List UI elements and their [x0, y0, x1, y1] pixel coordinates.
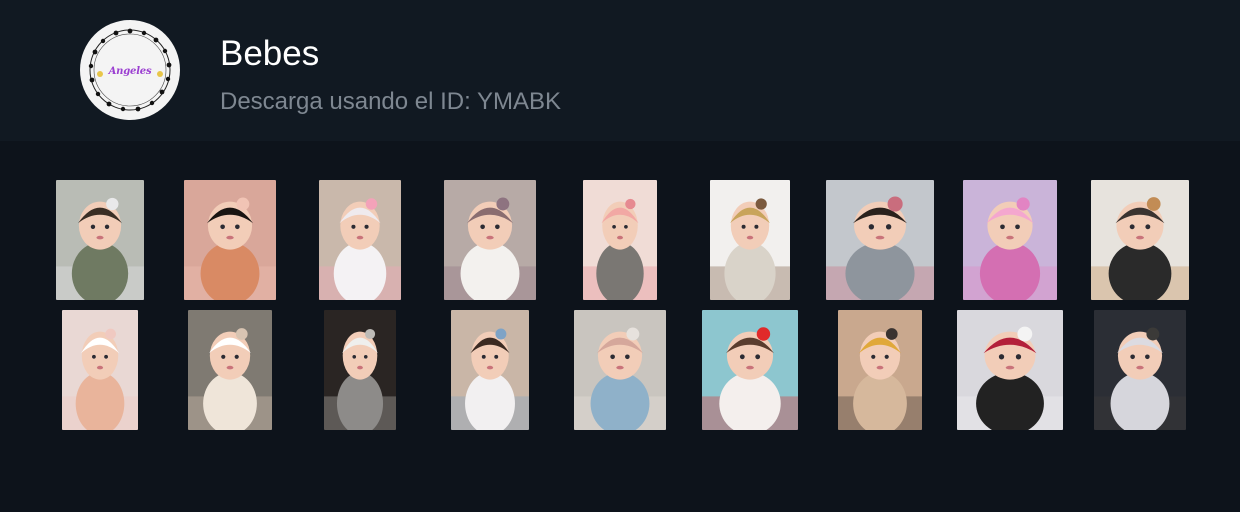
baby-photo-image	[444, 180, 536, 300]
baby-photo-image	[324, 310, 396, 430]
baby-photo-image	[826, 180, 934, 300]
baby-photo-image	[838, 310, 922, 430]
sticker[interactable]	[62, 310, 138, 430]
sticker[interactable]	[56, 180, 144, 300]
sticker[interactable]	[574, 310, 666, 430]
sticker[interactable]	[826, 180, 934, 300]
baby-photo-image	[583, 180, 657, 300]
baby-photo-image	[1094, 310, 1186, 430]
sticker[interactable]	[702, 310, 798, 430]
sticker[interactable]	[957, 310, 1063, 430]
sticker-row-1	[0, 180, 1240, 300]
sticker[interactable]	[451, 310, 529, 430]
baby-photo-image	[56, 180, 144, 300]
sticker[interactable]	[838, 310, 922, 430]
baby-photo-image	[319, 180, 401, 300]
sticker[interactable]	[184, 180, 276, 300]
baby-photo-image	[574, 310, 666, 430]
pack-header: Angeles Bebes Descarga usando el ID: YMA…	[0, 0, 1240, 141]
sticker[interactable]	[963, 180, 1057, 300]
baby-photo-image	[184, 180, 276, 300]
baby-photo-image	[188, 310, 272, 430]
pack-title: Bebes	[220, 34, 320, 73]
avatar-label: Angeles	[108, 66, 152, 77]
sticker[interactable]	[1094, 310, 1186, 430]
sticker[interactable]	[1091, 180, 1189, 300]
baby-photo-image	[1091, 180, 1189, 300]
pack-avatar[interactable]: Angeles	[80, 20, 180, 120]
sticker-row-2	[0, 310, 1240, 430]
sticker[interactable]	[188, 310, 272, 430]
sticker[interactable]	[324, 310, 396, 430]
baby-photo-image	[62, 310, 138, 430]
baby-photo-image	[963, 180, 1057, 300]
baby-photo-image	[957, 310, 1063, 430]
sticker[interactable]	[319, 180, 401, 300]
baby-photo-image	[710, 180, 790, 300]
baby-photo-image	[702, 310, 798, 430]
sticker[interactable]	[710, 180, 790, 300]
sticker[interactable]	[444, 180, 536, 300]
pack-subtitle: Descarga usando el ID: YMABK	[220, 88, 562, 115]
sticker[interactable]	[583, 180, 657, 300]
baby-photo-image	[451, 310, 529, 430]
